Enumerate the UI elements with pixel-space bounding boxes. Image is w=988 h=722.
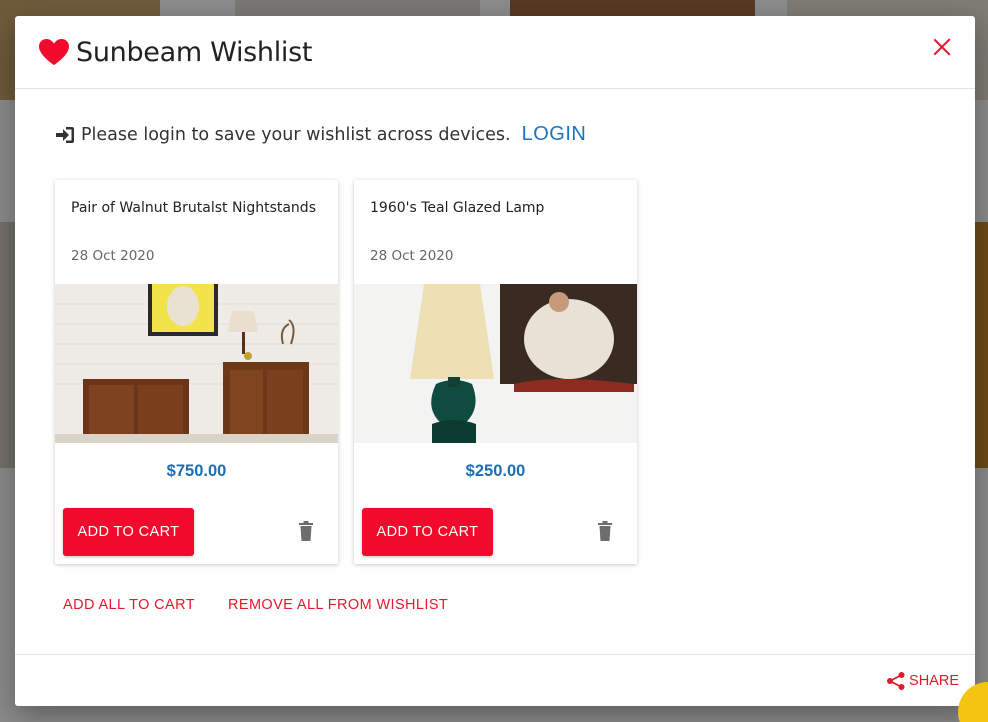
- add-to-cart-button[interactable]: ADD TO CART: [63, 508, 194, 556]
- add-to-cart-button[interactable]: ADD TO CART: [362, 508, 493, 556]
- login-message: Please login to save your wishlist acros…: [81, 124, 511, 145]
- trash-icon[interactable]: [597, 521, 613, 541]
- footer-divider: [15, 654, 975, 655]
- wishlist-modal: Sunbeam Wishlist Please login to save yo…: [15, 16, 975, 706]
- item-date: 28 Oct 2020: [71, 248, 155, 264]
- item-name[interactable]: 1960's Teal Glazed Lamp: [370, 200, 544, 216]
- trash-icon[interactable]: [298, 521, 314, 541]
- item-image[interactable]: [354, 284, 637, 443]
- wishlist-item-card: 1960's Teal Glazed Lamp 28 Oct 2020 $250…: [354, 180, 637, 564]
- heart-icon: [39, 39, 69, 65]
- login-prompt: Please login to save your wishlist acros…: [55, 123, 586, 146]
- login-link[interactable]: LOGIN: [522, 123, 587, 146]
- share-button[interactable]: SHARE: [886, 671, 959, 691]
- item-name[interactable]: Pair of Walnut Brutalst Nightstands: [71, 200, 316, 216]
- modal-title: Sunbeam Wishlist: [76, 36, 313, 68]
- item-price: $750.00: [166, 462, 227, 480]
- share-icon: [887, 672, 905, 690]
- modal-header: Sunbeam Wishlist: [15, 16, 975, 89]
- wishlist-item-card: Pair of Walnut Brutalst Nightstands 28 O…: [55, 180, 338, 564]
- item-date: 28 Oct 2020: [370, 248, 454, 264]
- login-icon: [56, 126, 74, 143]
- close-icon[interactable]: [933, 38, 951, 56]
- item-price: $250.00: [465, 462, 526, 480]
- add-all-to-cart-button[interactable]: ADD ALL TO CART: [63, 597, 195, 613]
- remove-all-button[interactable]: REMOVE ALL FROM WISHLIST: [228, 597, 448, 613]
- item-image[interactable]: [55, 284, 338, 443]
- share-label: SHARE: [909, 673, 959, 689]
